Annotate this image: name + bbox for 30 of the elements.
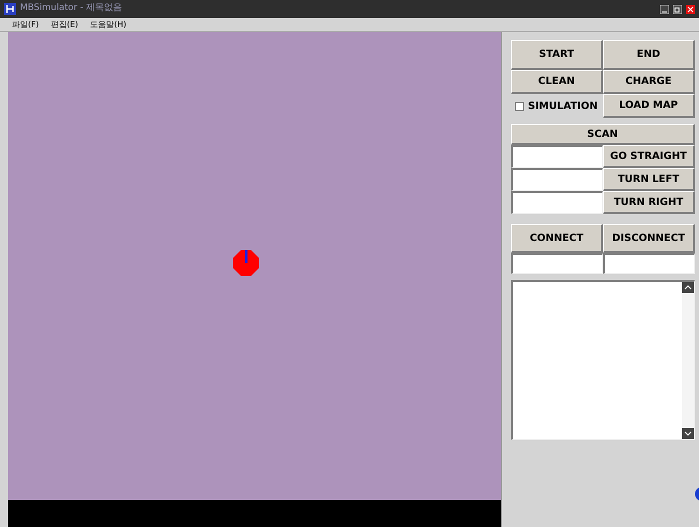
command-button[interactable]: START bbox=[511, 40, 603, 70]
command-button[interactable]: TURN RIGHT bbox=[603, 191, 695, 214]
command-button[interactable]: CHARGE bbox=[603, 70, 695, 94]
command-button[interactable]: LOAD MAP bbox=[603, 94, 695, 118]
close-icon[interactable] bbox=[686, 4, 695, 14]
minimize-icon[interactable] bbox=[660, 4, 669, 14]
command-button[interactable]: GO STRAIGHT bbox=[603, 145, 695, 168]
robot-drawing bbox=[233, 250, 259, 276]
scroll-up-icon[interactable] bbox=[682, 282, 694, 293]
input-field[interactable] bbox=[603, 253, 695, 274]
scroll-down-icon[interactable] bbox=[682, 428, 694, 439]
command-button[interactable]: TURN LEFT bbox=[603, 168, 695, 191]
command-button[interactable]: END bbox=[603, 40, 695, 70]
restore-icon[interactable] bbox=[673, 4, 682, 14]
command-button[interactable]: DISCONNECT bbox=[603, 224, 695, 253]
command-button[interactable]: CLEAN bbox=[511, 70, 603, 94]
menu-item[interactable]: 도움말(H) bbox=[90, 20, 126, 28]
input-field[interactable] bbox=[511, 168, 603, 191]
scrollbar[interactable] bbox=[682, 282, 694, 439]
log-area[interactable] bbox=[511, 280, 695, 440]
input-field[interactable] bbox=[511, 145, 603, 168]
input-field[interactable] bbox=[511, 191, 603, 214]
menu-item[interactable]: 파일(F) bbox=[12, 20, 39, 28]
command-button[interactable]: SCAN bbox=[511, 124, 695, 145]
window-title: MBSimulator - 제목없음 bbox=[20, 2, 122, 16]
menu-item[interactable]: 편집(E) bbox=[50, 20, 78, 28]
simulation-checkbox[interactable]: SIMULATION bbox=[511, 94, 603, 118]
app-icon bbox=[4, 3, 16, 15]
command-button[interactable]: CONNECT bbox=[511, 224, 603, 253]
input-field[interactable] bbox=[511, 253, 603, 274]
